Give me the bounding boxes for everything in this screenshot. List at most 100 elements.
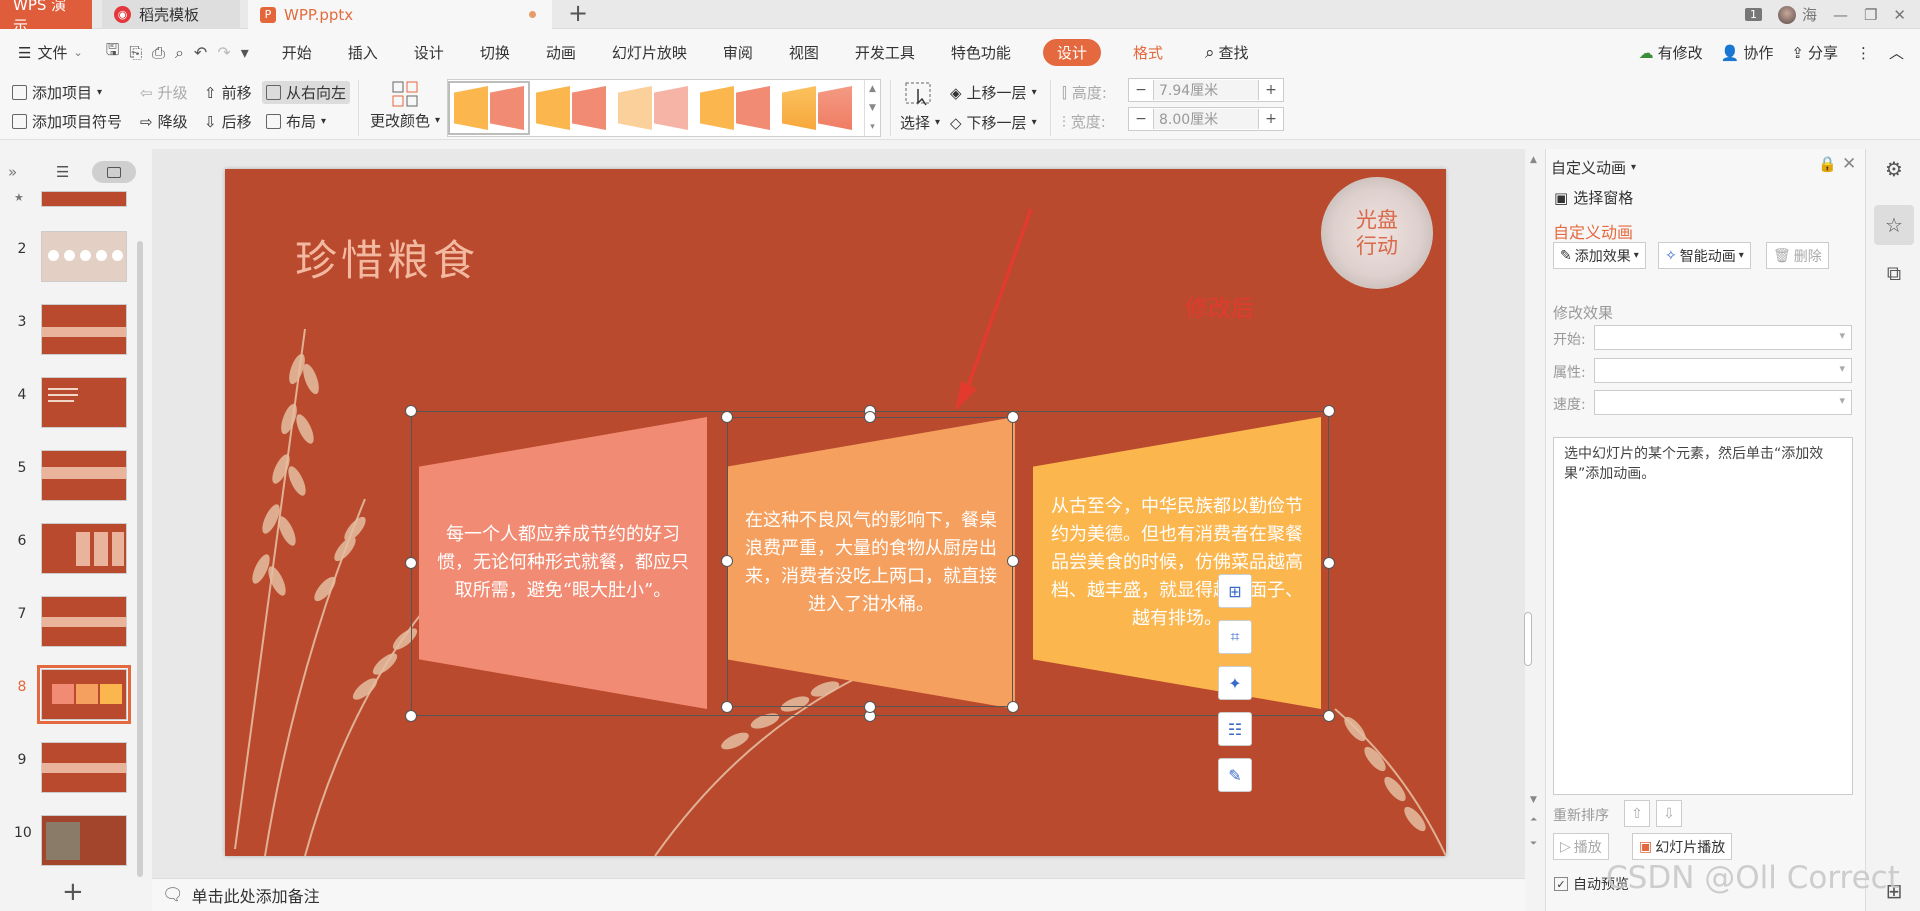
move-down-icon[interactable]: ⇩ bbox=[1656, 800, 1682, 827]
property-select[interactable] bbox=[1594, 358, 1852, 383]
smartart-layout-icon[interactable]: ⌗ bbox=[1218, 620, 1252, 654]
smartart-text-icon[interactable]: ☷ bbox=[1218, 712, 1252, 746]
menu-design[interactable]: 设计 bbox=[404, 42, 454, 63]
slide-thumb-9[interactable] bbox=[41, 742, 127, 793]
menu-features[interactable]: 特色功能 bbox=[941, 42, 1021, 63]
height-value[interactable]: 7.94厘米 bbox=[1153, 80, 1259, 100]
new-tab-plus-icon[interactable]: + bbox=[568, 0, 588, 27]
search-command[interactable]: ⌕ 查找 bbox=[1195, 42, 1259, 63]
bring-forward-button[interactable]: ◈ 上移一层 ▾ bbox=[950, 82, 1037, 103]
width-spinner[interactable]: −8.00厘米 + bbox=[1128, 107, 1284, 131]
minimize-icon[interactable]: — bbox=[1833, 6, 1848, 24]
tab-daoke[interactable]: ◉ 稻壳模板 bbox=[102, 0, 240, 29]
add-item-button[interactable]: 添加项目 ▾ bbox=[12, 82, 102, 103]
next-slide-icon[interactable]: ⏷ bbox=[1530, 839, 1537, 849]
increment-icon[interactable]: + bbox=[1259, 111, 1283, 127]
add-bullet-button[interactable]: 添加项目符号 bbox=[12, 111, 122, 132]
prev-slide-icon[interactable]: ⏶ bbox=[1530, 815, 1537, 825]
format-brush-icon[interactable]: ✎ bbox=[1218, 758, 1252, 792]
add-effect-button[interactable]: ✎ 添加效果 ▾ bbox=[1553, 242, 1646, 269]
adjust-icon[interactable]: ⚙ bbox=[1874, 149, 1914, 189]
decrement-icon[interactable]: − bbox=[1129, 111, 1153, 127]
menu-devtools[interactable]: 开发工具 bbox=[845, 42, 925, 63]
menu-review[interactable]: 审阅 bbox=[713, 42, 763, 63]
canvas-scroll-thumb[interactable] bbox=[1524, 612, 1532, 666]
share-button[interactable]: ⇪ 分享 bbox=[1791, 42, 1838, 63]
slide-thumb-6[interactable] bbox=[41, 523, 127, 574]
menu-slideshow[interactable]: 幻灯片放映 bbox=[602, 42, 697, 63]
slide-thumb-7[interactable] bbox=[41, 596, 127, 647]
more-vertical-icon[interactable]: ⋮ bbox=[1856, 44, 1871, 62]
smartart-add-item-icon[interactable]: ⊞ bbox=[1218, 574, 1252, 608]
speed-select[interactable] bbox=[1594, 390, 1852, 415]
send-backward-button[interactable]: ◇ 下移一层 ▾ bbox=[950, 112, 1037, 133]
menu-view[interactable]: 视图 bbox=[779, 42, 829, 63]
redo-icon[interactable]: ↷ bbox=[212, 43, 235, 62]
downgrade-button[interactable]: ⇨ 降级 bbox=[140, 111, 188, 132]
panel-header-dropdown[interactable]: 自定义动画 ▾ bbox=[1551, 157, 1636, 178]
slide-view-toggle[interactable] bbox=[92, 161, 136, 183]
gallery-scroll[interactable]: ▲ ▼ ▾ bbox=[864, 80, 880, 136]
slide-thumb-2[interactable] bbox=[41, 231, 127, 282]
slideshow-play-button[interactable]: ▣ 幻灯片播放 bbox=[1632, 833, 1733, 860]
slide-thumb-8[interactable] bbox=[37, 665, 131, 724]
style-preset-1[interactable] bbox=[448, 81, 530, 135]
style-preset-4[interactable] bbox=[694, 81, 776, 135]
slide-thumb-3[interactable] bbox=[41, 304, 127, 355]
menu-insert[interactable]: 插入 bbox=[338, 42, 388, 63]
save-icon[interactable]: 🖫 bbox=[101, 39, 125, 66]
layout-button[interactable]: 布局 ▾ bbox=[266, 111, 326, 132]
increment-icon[interactable]: + bbox=[1259, 82, 1283, 98]
animation-star-icon[interactable]: ☆ bbox=[1874, 205, 1914, 245]
collab-button[interactable]: 👤 协作 bbox=[1721, 42, 1774, 63]
start-select[interactable] bbox=[1594, 325, 1852, 350]
slide-thumb-1[interactable] bbox=[41, 191, 127, 207]
scroll-up-icon[interactable]: ▲ bbox=[1530, 155, 1537, 165]
print-preview-icon[interactable]: ⌕ bbox=[170, 43, 189, 63]
select-pane-button[interactable]: ▣ 选择窗格 bbox=[1554, 187, 1633, 208]
slide-8[interactable]: 珍惜粮食 光盘行动 每一个人都应养成节约的好习惯，无论何种形式就餐，都应只取所需… bbox=[225, 169, 1446, 856]
notes-bar[interactable]: 🗨 单击此处添加备注 bbox=[152, 878, 1525, 911]
undo-icon[interactable]: ↶ bbox=[189, 43, 212, 62]
smartart-animation-icon[interactable]: ✦ bbox=[1218, 666, 1252, 700]
collapse-ribbon-icon[interactable]: ︿ bbox=[1889, 42, 1904, 63]
style-preset-5[interactable] bbox=[776, 81, 858, 135]
scroll-down-icon[interactable]: ▼ bbox=[1530, 795, 1537, 805]
thumbnail-scrollbar[interactable] bbox=[137, 241, 143, 877]
canvas-scrollbar[interactable]: ▲ ▼ ⏶ ⏷ bbox=[1525, 149, 1545, 878]
select-button[interactable]: 选择 ▾ bbox=[900, 112, 940, 133]
export-icon[interactable]: ⎘ bbox=[124, 43, 147, 63]
menu-home[interactable]: 开始 bbox=[272, 42, 322, 63]
move-up-icon[interactable]: ⇧ bbox=[1624, 800, 1650, 827]
height-spinner[interactable]: −7.94厘米 + bbox=[1128, 78, 1284, 102]
transition-icon[interactable]: ⧉ bbox=[1874, 253, 1914, 293]
tab-wps[interactable]: WPS 演示 bbox=[0, 0, 92, 35]
format-tab[interactable]: 格式 bbox=[1123, 42, 1173, 63]
restore-icon[interactable]: ❐ bbox=[1864, 6, 1877, 24]
smartart-design-tab[interactable]: 设计 bbox=[1042, 39, 1101, 66]
file-menu[interactable]: ☰ 文件 ⌄ bbox=[0, 42, 101, 63]
decrement-icon[interactable]: − bbox=[1129, 82, 1153, 98]
panel-close-icon[interactable]: ✕ bbox=[1842, 154, 1856, 174]
quick-access-more-icon[interactable]: ▾ bbox=[236, 43, 254, 62]
slide-thumb-4[interactable] bbox=[41, 377, 127, 428]
add-slide-icon[interactable]: + bbox=[62, 877, 84, 907]
move-backward-button[interactable]: ⇩ 后移 bbox=[204, 111, 252, 132]
print-icon[interactable]: ⎙ bbox=[147, 43, 170, 63]
smart-animation-button[interactable]: ✧ 智能动画 ▾ bbox=[1658, 242, 1751, 269]
play-button[interactable]: ▷ 播放 bbox=[1553, 833, 1609, 860]
lock-icon[interactable]: 🔒 bbox=[1818, 155, 1837, 173]
tab-ppt-file[interactable]: P WPP.pptx bbox=[248, 0, 552, 29]
slide-thumb-10[interactable] bbox=[41, 815, 127, 866]
animation-list-box[interactable]: 选中幻灯片的某个元素，然后单击“添加效果”添加动画。 bbox=[1553, 437, 1853, 795]
change-color-button[interactable]: 更改颜色 ▾ bbox=[370, 110, 440, 131]
menu-transition[interactable]: 切换 bbox=[470, 42, 520, 63]
close-icon[interactable]: ✕ bbox=[1893, 6, 1906, 24]
style-preset-3[interactable] bbox=[612, 81, 694, 135]
width-value[interactable]: 8.00厘米 bbox=[1153, 109, 1259, 129]
slide-thumb-5[interactable] bbox=[41, 450, 127, 501]
move-forward-button[interactable]: ⇧ 前移 bbox=[204, 82, 252, 103]
menu-animation[interactable]: 动画 bbox=[536, 42, 586, 63]
expand-panel-icon[interactable]: » bbox=[8, 163, 17, 181]
upgrade-button[interactable]: ⇦ 升级 bbox=[140, 82, 188, 103]
